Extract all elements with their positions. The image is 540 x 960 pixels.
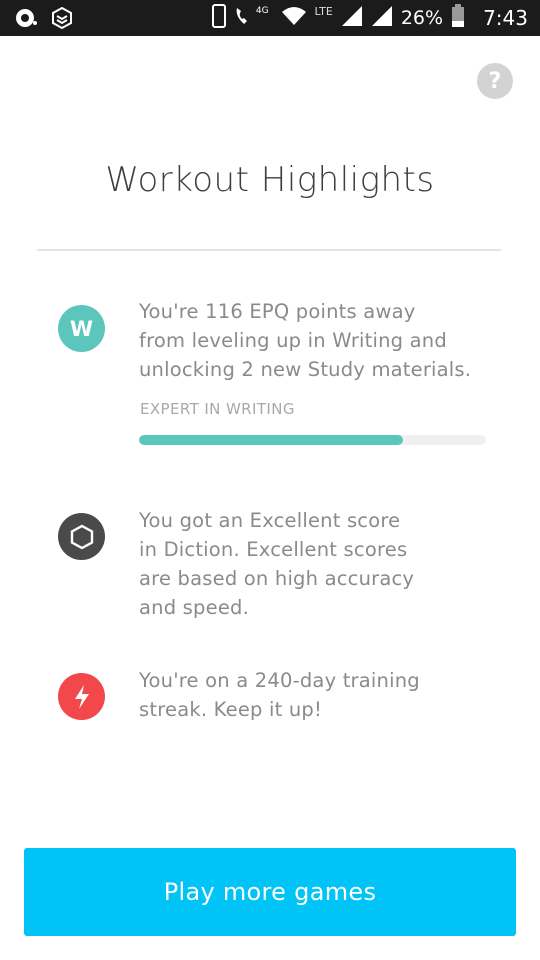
writing-w-icon: W [58, 305, 105, 352]
highlight-line: You got an Excellent score [139, 509, 401, 532]
help-button[interactable]: ? [477, 63, 513, 99]
alarm-icon [14, 6, 38, 34]
highlight-text: You're on a 240-day training streak. Kee… [139, 666, 509, 724]
progress-label: EXPERT IN WRITING [140, 400, 295, 418]
progress-fill [139, 435, 403, 445]
highlight-line: from leveling up in Writing and [139, 329, 447, 352]
highlight-line: are based on high accuracy [139, 567, 415, 590]
divider [37, 249, 501, 251]
lightning-bolt-icon [58, 673, 105, 720]
play-more-games-button[interactable]: Play more games [24, 848, 516, 936]
hexagon-icon [58, 513, 105, 560]
signal-icon-2 [371, 5, 393, 31]
signal-icon [341, 5, 363, 31]
status-bar: 4G LTE 26% 7:43 [0, 0, 540, 36]
network-lte-label: LTE [314, 4, 333, 18]
highlight-text: You got an Excellent score in Diction. E… [139, 506, 509, 622]
battery-icon [451, 4, 465, 32]
question-mark-icon: ? [488, 68, 502, 94]
highlight-line: You're 116 EPQ points away [139, 300, 416, 323]
page-title: Workout Highlights [105, 160, 435, 200]
app-notification-icon [50, 6, 74, 34]
call-icon [234, 6, 252, 30]
highlight-text: You're 116 EPQ points away from leveling… [139, 297, 509, 384]
wifi-icon [281, 6, 307, 30]
network-4g-label: 4G [255, 6, 269, 16]
phone-icon [211, 4, 226, 32]
highlight-line: and speed. [139, 596, 249, 619]
clock: 7:43 [483, 6, 528, 30]
battery-percent: 26% [400, 7, 444, 29]
highlight-line: in Diction. Excellent scores [139, 538, 408, 561]
highlight-line: streak. Keep it up! [139, 698, 323, 721]
highlight-line: You're on a 240-day training [139, 669, 420, 692]
progress-bar [139, 435, 486, 445]
highlight-line: unlocking 2 new Study materials. [139, 358, 472, 381]
